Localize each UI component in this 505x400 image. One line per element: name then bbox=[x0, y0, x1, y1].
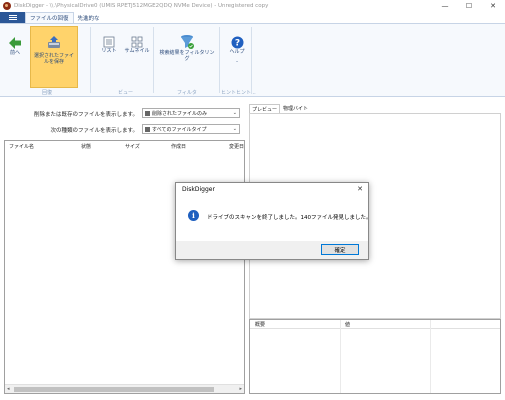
dialog-close-button[interactable]: ✕ bbox=[357, 185, 363, 193]
thumbnail-icon bbox=[131, 36, 143, 48]
back-arrow-icon bbox=[9, 37, 21, 49]
tab-preview[interactable]: プレビュー bbox=[249, 104, 281, 113]
tab-file-recovery[interactable]: ファイルの回復 bbox=[25, 12, 74, 23]
separator bbox=[153, 27, 154, 93]
list-label: リスト bbox=[101, 48, 117, 54]
column-header-created[interactable]: 作成日 bbox=[171, 143, 186, 150]
file-menu-icon bbox=[8, 17, 17, 18]
dialog-title: DiskDigger bbox=[182, 186, 215, 193]
ok-button[interactable]: 確定 bbox=[321, 244, 359, 255]
deleted-filter-row: 削除または既存のファイルを表示します。 削除されたファイルのみ ⌄ bbox=[4, 108, 245, 118]
help-icon: ? bbox=[231, 36, 243, 49]
separator bbox=[90, 27, 91, 93]
separator bbox=[219, 27, 220, 93]
type-filter-select[interactable]: すべてのファイルタイプ ⌄ bbox=[142, 124, 240, 134]
back-button[interactable]: 前へ bbox=[4, 36, 26, 56]
group-label-view: ビュー bbox=[118, 90, 134, 96]
filter-label: 検索結果をフィルタリング bbox=[159, 50, 215, 62]
window-title: DiskDigger - \\.\PhysicalDrive0 (UMIS RP… bbox=[14, 3, 269, 9]
minimize-button[interactable]: — bbox=[433, 0, 457, 12]
tab-physical-bytes[interactable]: 物理バイト bbox=[281, 104, 310, 113]
title-bar: DiskDigger - \\.\PhysicalDrive0 (UMIS RP… bbox=[0, 0, 505, 12]
column-header-summary[interactable]: 概要 bbox=[255, 321, 265, 328]
close-button[interactable]: ✕ bbox=[481, 0, 505, 12]
properties-table: 概要 値 bbox=[249, 319, 501, 394]
file-type-icon bbox=[145, 110, 150, 116]
back-label: 前へ bbox=[9, 50, 20, 56]
type-filter-value: すべてのファイルタイプ bbox=[152, 126, 207, 133]
column-header-status[interactable]: 状態 bbox=[81, 143, 91, 150]
ribbon-tab-row: ファイルの回復 先進的な bbox=[0, 12, 505, 23]
properties-header: 概要 値 bbox=[250, 320, 500, 329]
type-filter-row: 次の種類のファイルを表示します。 すべてのファイルタイプ ⌄ bbox=[4, 124, 245, 134]
deleted-filter-label: 削除または既存のファイルを表示します。 bbox=[34, 112, 138, 118]
list-icon bbox=[103, 36, 115, 48]
chevron-down-icon: ⌄ bbox=[232, 110, 237, 116]
separator bbox=[251, 27, 252, 93]
dialog-footer: 確定 bbox=[176, 241, 368, 259]
type-filter-label: 次の種類のファイルを表示します。 bbox=[50, 128, 138, 134]
help-button[interactable]: ? ヘルプ - bbox=[225, 36, 249, 65]
scrollbar-thumb[interactable] bbox=[14, 387, 214, 392]
maximize-button[interactable]: ☐ bbox=[457, 0, 481, 12]
svg-text:?: ? bbox=[234, 39, 239, 49]
file-list[interactable]: ファイル名 状態 サイズ 作成日 変更日 ◂ ▸ bbox=[4, 140, 245, 394]
column-header-value[interactable]: 値 bbox=[345, 321, 350, 328]
save-label: 選択されたファイルを保存 bbox=[33, 53, 74, 65]
help-label: ヘルプ bbox=[229, 49, 245, 55]
column-header-modified[interactable]: 変更日 bbox=[229, 143, 244, 150]
save-selected-button[interactable]: 選択されたファイルを保存 bbox=[30, 26, 78, 88]
thumbnail-view-button[interactable]: サムネイル bbox=[123, 36, 151, 54]
scroll-left-icon[interactable]: ◂ bbox=[7, 386, 10, 392]
info-icon: i bbox=[188, 210, 199, 221]
horizontal-scrollbar[interactable]: ◂ ▸ bbox=[5, 384, 244, 393]
file-list-header: ファイル名 状態 サイズ 作成日 変更日 bbox=[5, 141, 244, 151]
chevron-down-icon: ⌄ bbox=[232, 126, 237, 132]
window-controls: — ☐ ✕ bbox=[433, 0, 505, 12]
column-divider bbox=[340, 320, 341, 393]
thumbnail-label: サムネイル bbox=[124, 48, 150, 54]
deleted-filter-value: 削除されたファイルのみ bbox=[152, 110, 208, 117]
help-sub-label: - bbox=[236, 59, 238, 65]
save-drive-icon bbox=[48, 36, 60, 48]
dialog-message: ドライブのスキャンを終了しました。140ファイル発見しました。 bbox=[207, 215, 372, 221]
column-divider bbox=[430, 320, 431, 393]
ribbon: 前へ 選択されたファイルを保存 リスト サムネイル 検索結果をフィルタリング ?… bbox=[0, 23, 505, 97]
column-header-filename[interactable]: ファイル名 bbox=[9, 143, 34, 150]
list-view-button[interactable]: リスト bbox=[98, 36, 120, 54]
filter-results-button[interactable]: 検索結果をフィルタリング bbox=[158, 34, 216, 62]
file-menu-button[interactable] bbox=[0, 12, 25, 23]
group-label-tips: ヒントヒント... bbox=[221, 90, 256, 96]
group-label-filter: フィルタ bbox=[177, 90, 197, 96]
scroll-right-icon[interactable]: ▸ bbox=[239, 386, 242, 392]
filter-funnel-icon bbox=[181, 35, 194, 49]
scan-complete-dialog: DiskDigger ✕ i ドライブのスキャンを終了しました。140ファイル発… bbox=[175, 182, 372, 260]
dialog-body: i ドライブのスキャンを終了しました。140ファイル発見しました。 bbox=[176, 197, 372, 241]
deleted-filter-select[interactable]: 削除されたファイルのみ ⌄ bbox=[142, 108, 240, 118]
tab-advanced[interactable]: 先進的な bbox=[74, 12, 104, 23]
file-type-icon bbox=[145, 126, 150, 132]
group-label-recovery: 回復 bbox=[42, 90, 53, 96]
app-icon bbox=[3, 2, 11, 10]
column-header-size[interactable]: サイズ bbox=[125, 143, 140, 150]
